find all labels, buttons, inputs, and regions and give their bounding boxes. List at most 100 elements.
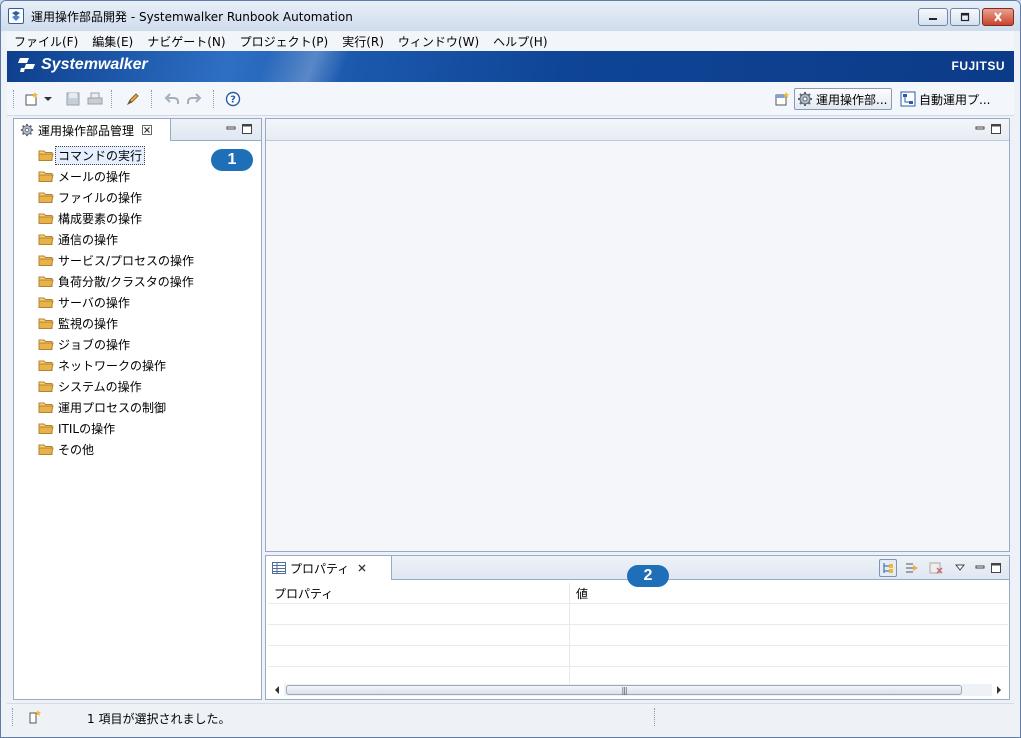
folder-icon (38, 297, 54, 308)
maximize-icon[interactable] (991, 563, 1001, 573)
scroll-left-button[interactable] (270, 683, 284, 697)
column-header-value[interactable]: 値 (570, 583, 1008, 603)
menu-file[interactable]: ファイル(F) (7, 33, 85, 50)
menu-window[interactable]: ウィンドウ(W) (391, 33, 486, 50)
print-icon (87, 92, 103, 105)
pencil-icon (126, 93, 139, 106)
tree-item[interactable]: メールの操作 (16, 166, 259, 187)
properties-toolbar (879, 559, 1001, 577)
undo-arrow-icon (164, 93, 179, 104)
tree-item[interactable]: 負荷分散/クラスタの操作 (16, 271, 259, 292)
tree-item[interactable]: ネットワークの操作 (16, 355, 259, 376)
menu-navigate[interactable]: ナビゲート(N) (140, 33, 232, 50)
folder-icon (38, 360, 54, 371)
status-message: 1 項目が選択されました。 (87, 712, 231, 726)
tree-item[interactable]: 通信の操作 (16, 229, 259, 250)
process-diagram-icon (900, 91, 916, 107)
folder-icon (38, 150, 54, 161)
folder-icon (38, 444, 54, 455)
horizontal-scrollbar[interactable]: ||| (270, 683, 1006, 697)
toolbar-grip[interactable] (13, 90, 15, 108)
close-icon (994, 12, 1002, 22)
properties-view: プロパティ 2 プロパティ 値 ||| (265, 555, 1010, 700)
app-icon[interactable] (8, 8, 24, 24)
fujitsu-logo: FUJITSU (951, 59, 1005, 73)
show-categories-button[interactable] (879, 559, 897, 577)
tree-item[interactable]: コマンドの実行 (16, 145, 259, 166)
forward-button[interactable] (185, 90, 203, 108)
toolbar-separator (213, 90, 215, 108)
status-bar: 1 項目が選択されました。 (7, 703, 1014, 729)
table-row (268, 604, 1008, 625)
title-bar: 運用操作部品開発 - Systemwalker Runbook Automati… (1, 1, 1020, 31)
save-button[interactable] (64, 90, 82, 108)
product-banner: Systemwalker FUJITSU (7, 51, 1014, 82)
minimize-icon[interactable] (975, 563, 985, 573)
menu-bar: ファイル(F) 編集(E) ナビゲート(N) プロジェクト(P) 実行(R) ウ… (7, 31, 1014, 51)
properties-sheet-icon (272, 562, 286, 574)
tree-item[interactable]: 構成要素の操作 (16, 208, 259, 229)
open-perspective-icon (775, 92, 789, 106)
scrollbar-thumb[interactable]: ||| (286, 685, 962, 695)
redo-arrow-icon (187, 93, 202, 104)
help-icon: ? (225, 91, 241, 107)
tab-label: プロパティ (290, 561, 350, 576)
tree-item[interactable]: 運用プロセスの制御 (16, 397, 259, 418)
menu-edit[interactable]: 編集(E) (85, 33, 140, 50)
maximize-icon[interactable] (242, 124, 252, 134)
table-row (268, 646, 1008, 667)
tree-item[interactable]: ITILの操作 (16, 418, 259, 439)
menu-project[interactable]: プロジェクト(P) (233, 33, 336, 50)
menu-run[interactable]: 実行(R) (335, 33, 391, 50)
print-button[interactable] (86, 90, 104, 108)
minimize-icon (929, 18, 937, 20)
tree-item[interactable]: その他 (16, 439, 259, 460)
scroll-right-button[interactable] (992, 683, 1006, 697)
table-row (268, 625, 1008, 646)
help-button[interactable]: ? (224, 90, 242, 108)
tree-item[interactable]: サービス/プロセスの操作 (16, 250, 259, 271)
restore-default-button[interactable] (927, 559, 945, 577)
new-button[interactable] (23, 90, 41, 108)
tab-properties[interactable]: プロパティ (266, 556, 393, 580)
scrollbar-track[interactable]: ||| (284, 684, 992, 696)
minimize-icon[interactable] (226, 124, 236, 134)
close-icon[interactable] (357, 563, 367, 573)
deploy-button[interactable] (124, 90, 142, 108)
chevron-down-icon (954, 564, 966, 571)
tree-item[interactable]: ファイルの操作 (16, 187, 259, 208)
main-toolbar: ? 運用操作部... 自動運用プ... (7, 82, 1014, 116)
tree-item[interactable]: システムの操作 (16, 376, 259, 397)
window-title: 運用操作部品開発 - Systemwalker Runbook Automati… (31, 9, 353, 24)
close-icon[interactable] (142, 125, 153, 135)
minimize-button[interactable] (918, 8, 948, 26)
toolbar-separator (151, 90, 153, 108)
tree-item[interactable]: ジョブの操作 (16, 334, 259, 355)
close-button[interactable] (982, 8, 1014, 26)
folder-icon (38, 381, 54, 392)
new-dropdown-button[interactable] (43, 90, 53, 108)
folder-icon (38, 339, 54, 350)
maximize-icon[interactable] (991, 124, 1001, 134)
properties-table: プロパティ 値 (268, 583, 1008, 688)
minimize-icon[interactable] (975, 124, 985, 134)
fast-view-icon[interactable] (27, 709, 43, 725)
systemwalker-logo: Systemwalker (17, 56, 148, 74)
new-file-icon (25, 92, 38, 106)
perspective-automation-button[interactable]: 自動運用プ... (900, 88, 990, 110)
back-button[interactable] (163, 90, 181, 108)
tab-label: 運用操作部品管理 (38, 123, 135, 138)
tree-item[interactable]: 監視の操作 (16, 313, 259, 334)
open-perspective-button[interactable] (773, 90, 791, 108)
perspective-parts-button[interactable]: 運用操作部... (794, 88, 893, 110)
column-header-property[interactable]: プロパティ (268, 583, 570, 603)
view-menu-button[interactable] (951, 559, 969, 577)
maximize-button[interactable] (950, 8, 980, 26)
menu-help[interactable]: ヘルプ(H) (486, 33, 554, 50)
show-advanced-button[interactable] (903, 559, 921, 577)
view-window-controls (226, 124, 252, 134)
tab-parts-management[interactable]: 運用操作部品管理 (14, 119, 172, 141)
window-controls (918, 8, 1014, 26)
tree-item[interactable]: サーバの操作 (16, 292, 259, 313)
folder-icon (38, 213, 54, 224)
